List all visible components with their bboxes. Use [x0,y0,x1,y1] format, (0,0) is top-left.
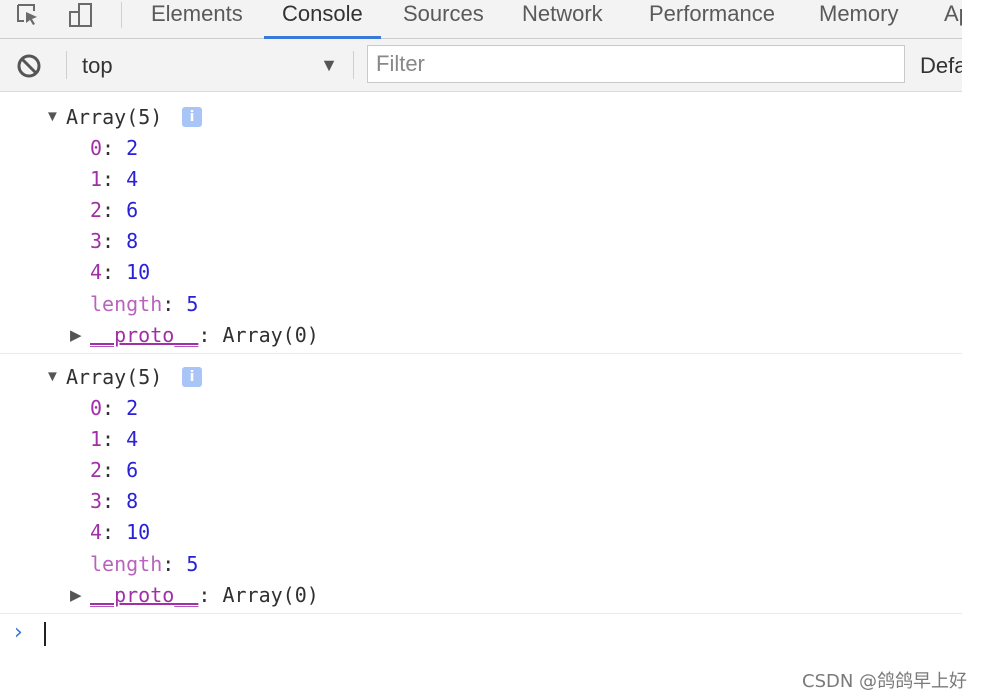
entry-key: 0 [90,396,103,420]
proto-key: __proto__ [90,323,199,347]
array-entry: 4: 10 [90,260,151,284]
panel-tab-bar: Elements Console Sources Network Perform… [0,0,962,39]
length-value: 5 [186,292,199,316]
expand-triangle-icon[interactable]: ▶ [70,586,82,604]
expand-triangle-icon[interactable]: ▶ [70,326,82,344]
array-entry: 1: 4 [90,167,139,191]
entry-key: 2 [90,458,103,482]
entry-key: 1 [90,427,103,451]
device-toolbar-icon[interactable] [64,0,94,30]
tab-sources[interactable]: Sources [385,0,502,38]
entry-key: 3 [90,229,103,253]
tab-performance[interactable]: Performance [631,0,793,38]
entry-key: 3 [90,489,103,513]
info-icon[interactable]: i [182,367,202,387]
dropdown-arrow-icon: ▼ [320,55,338,75]
console-message: ▼ Array(5) i 0: 2 1: 4 2: 6 3: 8 4: 10 l… [0,92,962,354]
entry-value: 8 [126,489,139,513]
entry-key: 0 [90,136,103,160]
collapse-triangle-icon[interactable]: ▼ [45,108,60,125]
collapse-triangle-icon[interactable]: ▼ [45,368,60,385]
tab-application[interactable]: Ap [926,0,962,38]
proto-value: Array(0) [222,323,319,347]
array-header[interactable]: Array(5) [66,105,162,129]
console-message: ▼ Array(5) i 0: 2 1: 4 2: 6 3: 8 4: 10 l… [0,354,962,614]
entry-value: 6 [126,458,139,482]
length-key: length [90,292,163,316]
console-prompt[interactable]: › [0,616,962,656]
array-entry: 0: 2 [90,136,139,160]
proto-value: Array(0) [222,583,319,607]
length-value: 5 [186,552,199,576]
tab-network[interactable]: Network [504,0,621,38]
entry-value: 10 [126,260,151,284]
info-icon[interactable]: i [182,107,202,127]
log-levels-dropdown[interactable]: Defa [920,53,962,79]
proto-key: __proto__ [90,583,199,607]
toolbar-separator [66,51,67,79]
tab-console[interactable]: Console [264,0,381,39]
inspect-element-icon[interactable] [12,0,42,30]
length-key: length [90,552,163,576]
array-entry: 2: 6 [90,458,139,482]
entry-value: 2 [126,396,139,420]
array-entry: 0: 2 [90,396,139,420]
watermark: CSDN @鸽鸽早上好 [802,671,968,692]
tab-memory[interactable]: Memory [801,0,916,38]
toolbar-separator [353,51,354,79]
prompt-chevron-icon: › [14,620,23,645]
length-entry: length: 5 [90,292,199,316]
entry-key: 2 [90,198,103,222]
entry-value: 2 [126,136,139,160]
entry-value: 8 [126,229,139,253]
text-caret [44,622,46,646]
filter-input[interactable] [367,45,905,83]
tab-separator [121,2,122,28]
array-entry: 3: 8 [90,229,139,253]
entry-key: 4 [90,260,103,284]
clear-console-icon[interactable] [14,51,44,81]
proto-entry[interactable]: __proto__: Array(0) [90,583,319,607]
tab-elements[interactable]: Elements [133,0,261,38]
array-entry: 1: 4 [90,427,139,451]
console-output: ▼ Array(5) i 0: 2 1: 4 2: 6 3: 8 4: 10 l… [0,92,962,699]
entry-value: 10 [126,520,151,544]
console-toolbar: top ▼ Defa [0,39,962,92]
context-value: top [82,53,113,78]
entry-value: 4 [126,167,139,191]
entry-value: 6 [126,198,139,222]
array-header[interactable]: Array(5) [66,365,162,389]
array-entry: 2: 6 [90,198,139,222]
array-entry: 4: 10 [90,520,151,544]
entry-key: 4 [90,520,103,544]
length-entry: length: 5 [90,552,199,576]
entry-value: 4 [126,427,139,451]
execution-context-select[interactable]: top ▼ [70,45,344,83]
array-entry: 3: 8 [90,489,139,513]
proto-entry[interactable]: __proto__: Array(0) [90,323,319,347]
entry-key: 1 [90,167,103,191]
page-gutter [962,0,988,699]
devtools-panel: Elements Console Sources Network Perform… [0,0,962,699]
